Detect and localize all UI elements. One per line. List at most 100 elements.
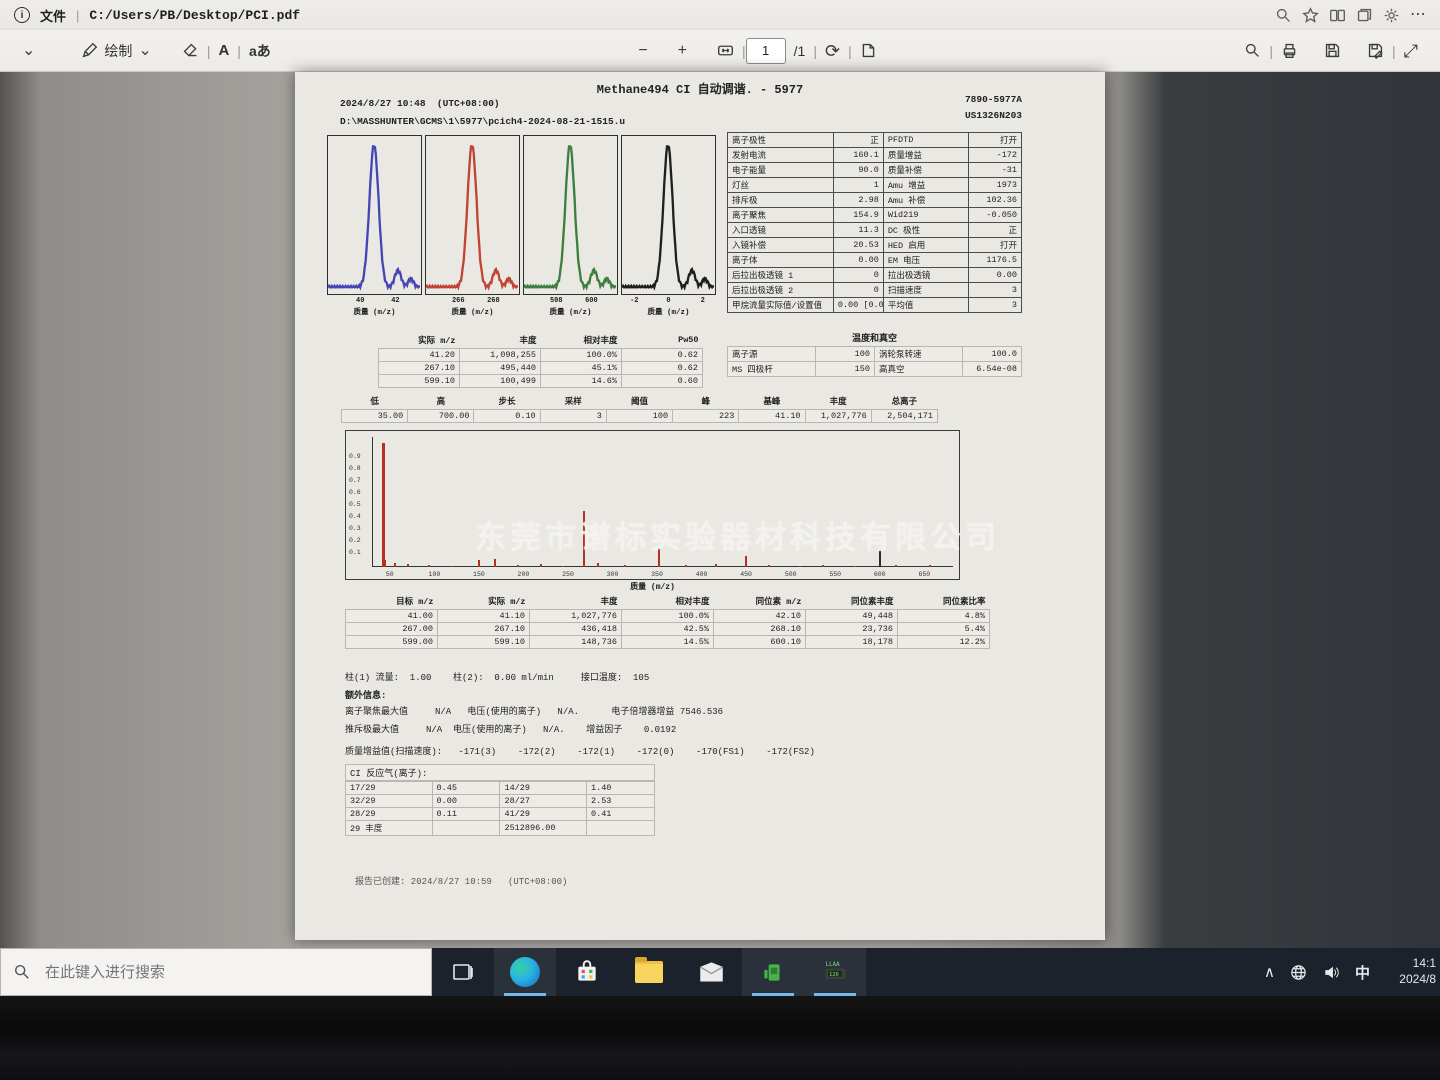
y-tick-label: 0.4: [349, 513, 361, 520]
add-text-tool[interactable]: A: [210, 38, 237, 63]
table-cell: 0.11: [432, 808, 500, 821]
tick-label: 266: [452, 297, 465, 305]
peak-profile-plot-599: 598600质量 (m/z): [523, 135, 620, 316]
tick-label: 598: [550, 297, 563, 305]
table-cell: 后拉出极透镜 2: [728, 283, 834, 298]
tray-clock[interactable]: 14:1 2024/8: [1384, 956, 1436, 987]
table-cell: 2512896.00: [500, 821, 587, 836]
table-cell: 2.98: [833, 193, 883, 208]
read-aloud-tool[interactable]: aあ: [241, 37, 279, 65]
zoom-in-button[interactable]: +: [670, 39, 695, 63]
column-header: 低: [342, 394, 408, 410]
report-footer: 报告已创建: 2024/8/27 10:59 (UTC+08:00): [355, 874, 567, 887]
table-cell: 3: [969, 298, 1022, 313]
task-view-button[interactable]: [432, 948, 494, 996]
table-cell: 4.8%: [898, 610, 990, 623]
info-icon[interactable]: i: [14, 7, 30, 23]
taskbar-edge-button[interactable]: [494, 948, 556, 996]
page-number-input[interactable]: [746, 38, 786, 64]
table-row: 17/290.4514/291.40: [346, 782, 655, 795]
fit-page-button[interactable]: [709, 38, 742, 63]
table-cell: 2.53: [587, 795, 655, 808]
peak-profile-plot-267: 266268质量 (m/z): [425, 135, 522, 316]
table-row: 离子体0.00EM 电压1176.5: [728, 253, 1022, 268]
y-tick-label: 0.2: [349, 537, 361, 544]
taskbar-meter-app-button[interactable]: LLAA 120: [804, 948, 866, 996]
table-cell: 12.2%: [898, 636, 990, 649]
report-created: 2024/8/27 10:48 (UTC+08:00): [340, 98, 500, 109]
table-cell: 0.00: [432, 795, 500, 808]
svg-text:120: 120: [829, 972, 838, 978]
pdf-viewport[interactable]: Methane494 CI 自动调谐. - 5977 2024/8/27 10:…: [0, 72, 1440, 948]
system-tray: ∧ 中 14:1 2024/8: [1264, 948, 1440, 996]
x-tick-labels: -202: [621, 297, 716, 306]
search-icon[interactable]: [1275, 7, 1292, 24]
edge-icon: [510, 957, 540, 987]
instrument-serial: US1326N203: [855, 110, 1022, 121]
table-cell: 正: [833, 133, 883, 148]
table-row: MS 四极杆150高真空6.54e-08: [728, 362, 1022, 377]
column-header: 总离子: [871, 394, 937, 410]
tick-label: 40: [356, 297, 364, 305]
network-globe-icon[interactable]: [1289, 963, 1308, 982]
fit-width-icon: [717, 42, 734, 59]
save-as-button[interactable]: [1359, 38, 1392, 63]
favorites-icon[interactable]: [1302, 7, 1319, 24]
x-tick-label: 350: [651, 571, 663, 578]
print-button[interactable]: [1273, 38, 1306, 63]
draw-tool[interactable]: 绘制 ⌄: [73, 37, 159, 65]
more-icon[interactable]: ⋯: [1410, 7, 1426, 23]
table-row: 267.00267.10436,41842.5%268.1023,7365.4%: [346, 623, 990, 636]
tray-chevron-icon[interactable]: ∧: [1264, 963, 1275, 981]
table-cell: 223: [673, 410, 739, 423]
spectrum-peak: [597, 563, 599, 567]
taskbar-explorer-button[interactable]: [618, 948, 680, 996]
collections-icon[interactable]: [1356, 7, 1373, 24]
spectrum-peak: [384, 560, 386, 567]
svg-text:LLAA: LLAA: [826, 962, 841, 968]
table-row: 35.00700.000.10310022341.101,027,7762,50…: [342, 410, 938, 423]
table-cell: [587, 821, 655, 836]
taskbar-search[interactable]: [0, 948, 432, 996]
table-cell: PFDTD: [883, 133, 968, 148]
tick-label: 2: [701, 297, 705, 305]
table-cell: 495,440: [460, 362, 541, 375]
temps-table-title: 温度和真空: [727, 331, 1022, 344]
rotate-button[interactable]: ⟳: [817, 38, 848, 64]
eraser-tool[interactable]: [174, 38, 207, 63]
taskbar-search-input[interactable]: [43, 963, 373, 982]
table-cell: 质量补偿: [883, 163, 968, 178]
table-cell: 6.54e-08: [963, 362, 1022, 377]
table-cell: 正: [969, 223, 1022, 238]
abundance-table: 实际 m/z丰度相对丰度Pw5041.201,098,255100.0%0.62…: [378, 333, 703, 388]
settings-icon[interactable]: [1383, 7, 1400, 24]
table-cell: 28/27: [500, 795, 587, 808]
table-cell: 0: [833, 268, 883, 283]
table-cell: 41.10: [739, 410, 805, 423]
speaker-icon[interactable]: [1322, 963, 1341, 982]
find-button[interactable]: [1236, 38, 1269, 63]
split-screen-icon[interactable]: [1329, 7, 1346, 24]
column-header: 基峰: [739, 394, 805, 410]
taskbar-mail-button[interactable]: [680, 948, 742, 996]
ime-indicator[interactable]: 中: [1355, 962, 1370, 983]
table-row: 41.0041.101,027,776100.0%42.1049,4484.8%: [346, 610, 990, 623]
file-menu[interactable]: 文件: [40, 6, 66, 25]
report-data-path: D:\MASSHUNTER\GCMS\1\5977\pcich4-2024-08…: [340, 116, 625, 127]
zoom-out-button[interactable]: −: [630, 39, 655, 63]
page-view-button[interactable]: [852, 38, 885, 63]
hide-toolbar-chevron[interactable]: ⌄: [14, 39, 43, 63]
table-cell: 1,098,255: [460, 349, 541, 362]
fullscreen-button[interactable]: ⤢: [1396, 38, 1426, 64]
save-button[interactable]: [1316, 38, 1349, 63]
taskbar-device-app-button[interactable]: [742, 948, 804, 996]
table-cell: 28/29: [346, 808, 433, 821]
table-cell: -172: [969, 148, 1022, 163]
add-text-icon: A: [218, 42, 229, 59]
device-app-icon: [760, 959, 786, 985]
profile-plot-frame: [327, 135, 422, 295]
chevron-down-icon: ⌄: [138, 43, 151, 59]
temps-vacuum-table: 温度和真空 离子源100涡轮泵转速100.0MS 四极杆150高真空6.54e-…: [727, 331, 1022, 377]
table-cell: 1176.5: [969, 253, 1022, 268]
taskbar-store-button[interactable]: [556, 948, 618, 996]
